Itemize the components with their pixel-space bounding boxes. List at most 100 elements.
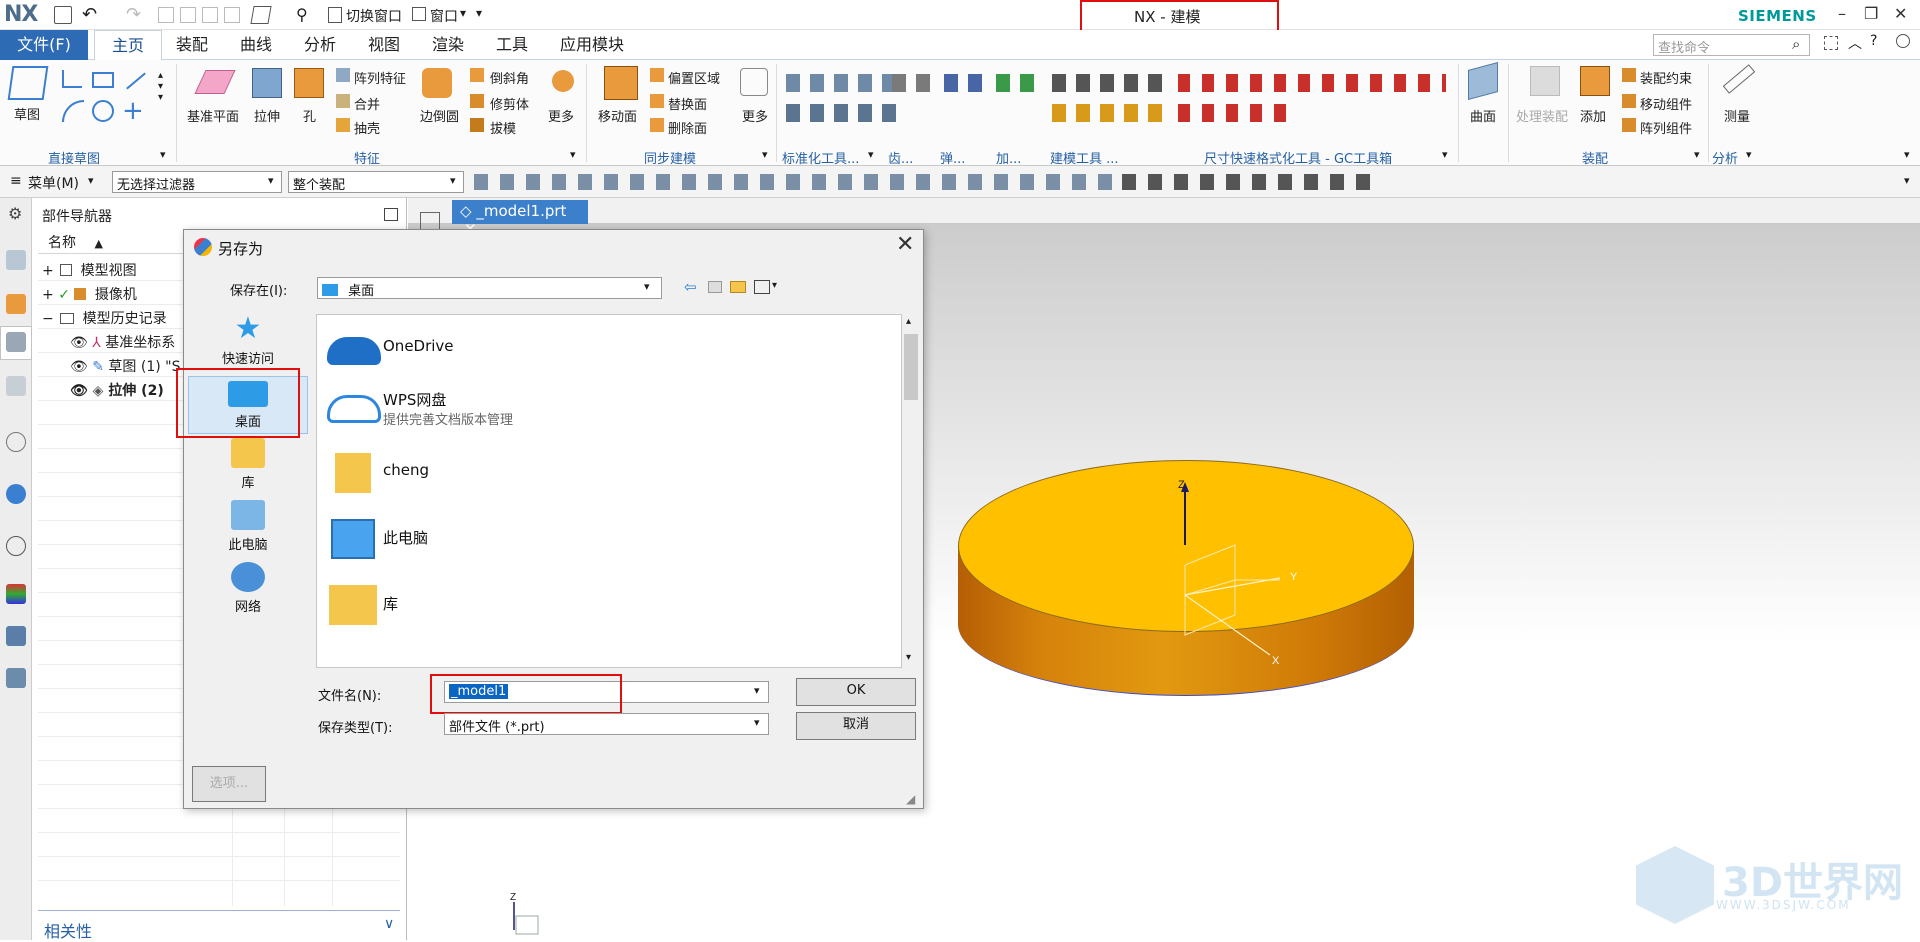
dimension-tools-row-1[interactable] (1178, 74, 1446, 92)
tab-application[interactable]: 应用模块 (550, 30, 634, 60)
paste-icon[interactable] (202, 7, 218, 23)
surface-button[interactable]: 曲面 (1470, 106, 1496, 125)
chevron-down-icon[interactable]: ▾ (450, 174, 456, 187)
draft-button[interactable]: 拔模 (490, 118, 516, 137)
process-studio-icon[interactable] (6, 626, 26, 646)
tab-tools[interactable]: 工具 (484, 30, 540, 60)
toolbar-options-icon[interactable]: ▾ (1904, 174, 1910, 187)
group-options-icon[interactable]: ▾ (1694, 148, 1700, 161)
switch-window-button[interactable]: 切换窗口 (346, 6, 402, 26)
web-browser-icon[interactable] (6, 484, 26, 504)
cancel-button[interactable]: 取消 (796, 712, 916, 740)
back-icon[interactable]: ⇦ (684, 278, 697, 296)
chevron-down-icon[interactable]: ▾ (268, 174, 274, 187)
surface-icon[interactable] (1468, 61, 1498, 101)
unite-button[interactable]: 合并 (354, 94, 380, 113)
save-in-select[interactable]: 桌面 (317, 277, 662, 299)
chevron-down-icon[interactable]: ▾ (644, 280, 650, 293)
refresh-icon[interactable] (740, 68, 768, 96)
document-tab[interactable]: ◇ _model1.prt ✕ (452, 200, 588, 238)
tree-row[interactable]: 👁 ✎ 草图 (1) "S (70, 356, 180, 376)
process-assembly-icon[interactable] (1530, 66, 1560, 96)
new-folder-icon[interactable] (730, 281, 746, 293)
menu-button[interactable]: 菜单(M) (28, 173, 79, 193)
restore-button[interactable]: ❐ (1864, 4, 1878, 23)
eye-icon[interactable]: 👁 (70, 359, 88, 375)
place-this-pc[interactable]: 此电脑 (188, 500, 308, 553)
unite-icon[interactable] (336, 94, 350, 108)
constraint-navigator-icon[interactable] (6, 294, 26, 314)
extrude-button[interactable]: 拉伸 (254, 106, 280, 125)
menu-icon[interactable]: ≡ (10, 173, 22, 189)
gear-tools-row[interactable] (892, 74, 932, 92)
sketch-button[interactable]: 草图 (14, 104, 40, 123)
chamfer-button[interactable]: 倒斜角 (490, 68, 529, 87)
scroll-down-icon[interactable]: ▾ (906, 652, 911, 663)
expand-icon[interactable]: + (42, 287, 54, 303)
tree-row[interactable]: 👁 ⅄ 基准坐标系 (70, 332, 175, 352)
sketch-icon[interactable] (7, 66, 49, 100)
tab-assembly[interactable]: 装配 (164, 30, 220, 60)
group-options-icon[interactable]: ▾ (1442, 148, 1448, 161)
switch-window-icon[interactable] (328, 7, 342, 23)
window-menu-button[interactable]: 窗口 (430, 6, 458, 26)
close-icon[interactable]: ✕ (896, 232, 914, 257)
extrude-icon[interactable] (252, 68, 282, 98)
standard-tools-row-2[interactable] (786, 104, 906, 122)
touch-mode-icon[interactable]: ⚲ (296, 5, 308, 24)
trim-body-button[interactable]: 修剪体 (490, 94, 529, 113)
tree-row[interactable]: − 模型历史记录 (42, 308, 167, 328)
up-folder-icon[interactable] (708, 281, 722, 293)
help-icon[interactable]: ? (1870, 33, 1877, 49)
more-sync-button[interactable]: 更多 (742, 106, 768, 125)
reuse-library-icon[interactable] (6, 376, 26, 396)
delete-icon[interactable] (224, 7, 240, 23)
chevron-down-icon[interactable]: ∨ (384, 916, 394, 932)
process-assembly-button[interactable]: 处理装配 (1516, 106, 1568, 125)
file-menu-button[interactable]: 文件(F) (0, 30, 88, 60)
undo-icon[interactable]: ↶ (82, 4, 97, 25)
file-list-scrollbar[interactable]: ▴ ▾ (902, 314, 920, 668)
place-quick-access[interactable]: ★ 快速访问 (188, 314, 308, 368)
modeling-tools-row-2[interactable] (1052, 104, 1168, 122)
list-item[interactable]: OneDrive (325, 321, 865, 377)
search-icon[interactable]: ⌕ (1792, 35, 1800, 53)
command-search-input[interactable]: 查找命令 (1653, 34, 1810, 56)
fullscreen-icon[interactable] (1824, 36, 1838, 50)
move-face-icon[interactable] (604, 66, 638, 100)
delete-face-button[interactable]: 删除面 (668, 118, 707, 137)
pattern-component-button[interactable]: 阵列组件 (1640, 118, 1692, 137)
chamfer-icon[interactable] (470, 68, 484, 82)
assembly-constraint-button[interactable]: 装配约束 (1640, 68, 1692, 87)
part-navigator-icon[interactable] (6, 332, 26, 352)
place-network[interactable]: 网络 (188, 562, 308, 615)
arc-icon[interactable] (62, 100, 84, 122)
draft-icon[interactable] (470, 118, 484, 132)
list-item[interactable]: 此电脑 (325, 511, 865, 567)
replace-face-icon[interactable] (650, 94, 664, 108)
move-face-button[interactable]: 移动面 (598, 106, 637, 125)
close-window-button[interactable]: ✕ (1894, 4, 1907, 23)
assembly-navigator-icon[interactable] (6, 250, 26, 270)
history-icon[interactable] (6, 536, 26, 556)
tab-home[interactable]: 主页 (94, 30, 162, 60)
pattern-feature-icon[interactable] (336, 68, 350, 82)
datum-plane-button[interactable]: 基准平面 (187, 106, 239, 125)
delete-face-icon[interactable] (650, 118, 664, 132)
pattern-feature-button[interactable]: 阵列特征 (354, 68, 406, 87)
tab-curve[interactable]: 曲线 (228, 30, 284, 60)
more-features-icon[interactable] (552, 70, 574, 92)
profile-icon[interactable] (62, 70, 82, 88)
scrollbar-thumb[interactable] (904, 334, 918, 400)
move-component-button[interactable]: 移动组件 (1640, 94, 1692, 113)
expand-icon[interactable]: + (42, 263, 54, 279)
measure-button[interactable]: 测量 (1724, 106, 1750, 125)
shell-icon[interactable] (336, 118, 350, 132)
palette-icon[interactable] (6, 584, 26, 604)
selection-scope-select[interactable]: 整个装配 (288, 171, 464, 193)
save-icon[interactable] (54, 6, 72, 24)
ok-button[interactable]: OK (796, 678, 916, 706)
modeling-tools-row-1[interactable] (1052, 74, 1168, 92)
shell-button[interactable]: 抽壳 (354, 118, 380, 137)
maximize-panel-icon[interactable] (384, 208, 398, 221)
